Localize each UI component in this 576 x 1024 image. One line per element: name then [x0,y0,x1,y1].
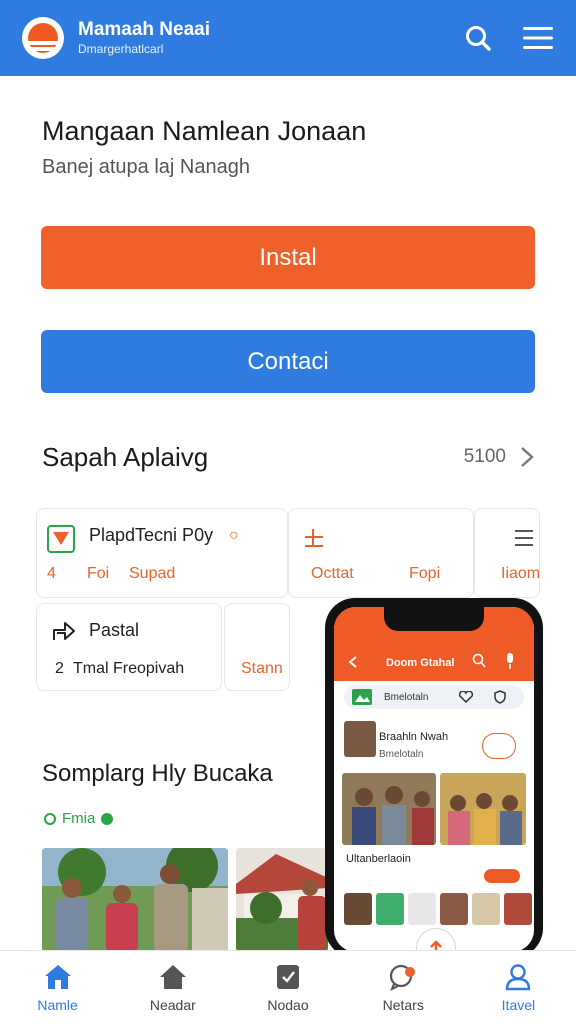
search-button[interactable] [462,22,494,54]
menu-icon [523,27,553,49]
page-subtitle: Banej atupa laj Nanagh [42,156,250,178]
nav-profile[interactable]: Itavel [461,951,576,1024]
contact-button[interactable]: Contaci [41,330,535,393]
phone-screen: Doom Gtahal Bmelotaln Braahln Nwah Bmelo… [334,607,534,952]
shield-icon [494,690,506,704]
app-icon [47,525,75,553]
phone-item-name: Braahln Nwah [379,731,449,743]
chevron-right-icon [521,447,534,467]
card-desc: Tmal Freopivah [73,660,185,677]
nav-home[interactable]: Namle [0,951,115,1024]
phone-notch [384,607,484,631]
card-title: Pastal [89,620,140,640]
bottom-navigation: Namle Neadar Nodao Netars Itavel [0,950,576,1024]
image-icon [352,689,372,705]
phone-mockup: Doom Gtahal Bmelotaln Braahln Nwah Bmelo… [325,598,543,958]
section-title: Sapah Aplaivg [42,442,209,472]
people-photo [42,848,228,952]
home-icon [44,964,71,989]
nav-label: Netars [382,996,424,1013]
phone-photo [342,773,436,845]
card-tag: Foi [87,565,110,582]
status-circle-icon: ○ [229,527,239,544]
nav-label: Nodao [267,996,309,1013]
photo-card[interactable] [42,848,228,952]
app-screen: Mamaah Neaai Dmargerhatlcarl Mangaan Nam… [0,0,576,1024]
check-icon [101,812,114,825]
phone-thumb[interactable] [472,893,500,925]
app-logo [22,17,64,59]
app-card[interactable]: Pastal 2 Tmal Freopivah [36,603,222,691]
app-subtitle: Dmargerhatlcarl [78,42,164,56]
nav-notes[interactable]: Nodao [230,951,345,1024]
heart-icon [459,691,473,703]
nav-reader[interactable]: Neadar [115,951,230,1024]
search-icon [472,653,486,668]
phone-item-sub: Bmelotaln [379,749,424,760]
app-card[interactable]: PlapdTecni P0y ○ 4 Foi Supad [36,508,288,598]
section-title: Somplarg Hly Bucaka [42,760,273,787]
card-label: Octtat [311,565,354,582]
mic-icon [507,653,513,669]
chat-icon [390,964,416,991]
house-icon [159,964,186,989]
nav-label: Neadar [149,996,196,1013]
app-card[interactable]: Octtat Fopi [288,508,474,598]
share-icon [53,622,75,640]
section-see-all[interactable]: 5100 [464,446,534,468]
phone-section-title: Ultanberlaoin [346,853,411,865]
phone-search-text: Bmelotaln [384,691,429,703]
card-label: Fopi [409,565,441,582]
phone-thumb[interactable] [504,893,532,925]
filter-label: Fmia [62,810,96,827]
card-label: Iiaom [501,565,541,582]
avatar [344,721,376,757]
brand: Mamaah Neaai Dmargerhatlcarl [78,19,210,57]
app-card[interactable]: Stann [224,603,290,691]
house-photo [236,848,328,952]
phone-thumb[interactable] [408,893,436,925]
section-count: 5100 [463,446,506,467]
menu-button[interactable] [522,22,554,54]
phone-item-action[interactable] [482,733,516,759]
app-card[interactable]: Iiaom [474,508,540,598]
page-title: Mangaan Namlean Jonaan [42,116,367,146]
phone-badge[interactable] [484,869,520,883]
card-title: PlapdTecni P0y [89,525,214,545]
phone-thumb[interactable] [344,893,372,925]
app-header: Mamaah Neaai Dmargerhatlcarl [0,0,576,76]
nav-network[interactable]: Netars [346,951,461,1024]
filter-chip[interactable]: Fmia [44,810,114,827]
phone-photo [440,773,526,845]
document-icon [277,964,299,989]
card-label: Stann [241,660,283,677]
back-icon [348,656,357,668]
nav-label: Itavel [501,996,536,1013]
card-count: 2 [55,660,64,677]
card-count: 4 [47,565,56,582]
card-action[interactable]: Supad [129,565,175,583]
list-icon [515,530,533,546]
user-icon [506,963,531,990]
photo-card[interactable] [236,848,328,952]
phone-thumb[interactable] [376,893,404,925]
search-icon [466,26,491,51]
phone-title: Doom Gtahal [386,657,455,669]
edit-icon [305,529,323,547]
install-button[interactable]: Instal [41,226,535,289]
app-name: Mamaah Neaai [78,19,211,40]
phone-thumb[interactable] [440,893,468,925]
circle-icon [44,812,56,825]
nav-label: Namle [37,996,78,1013]
